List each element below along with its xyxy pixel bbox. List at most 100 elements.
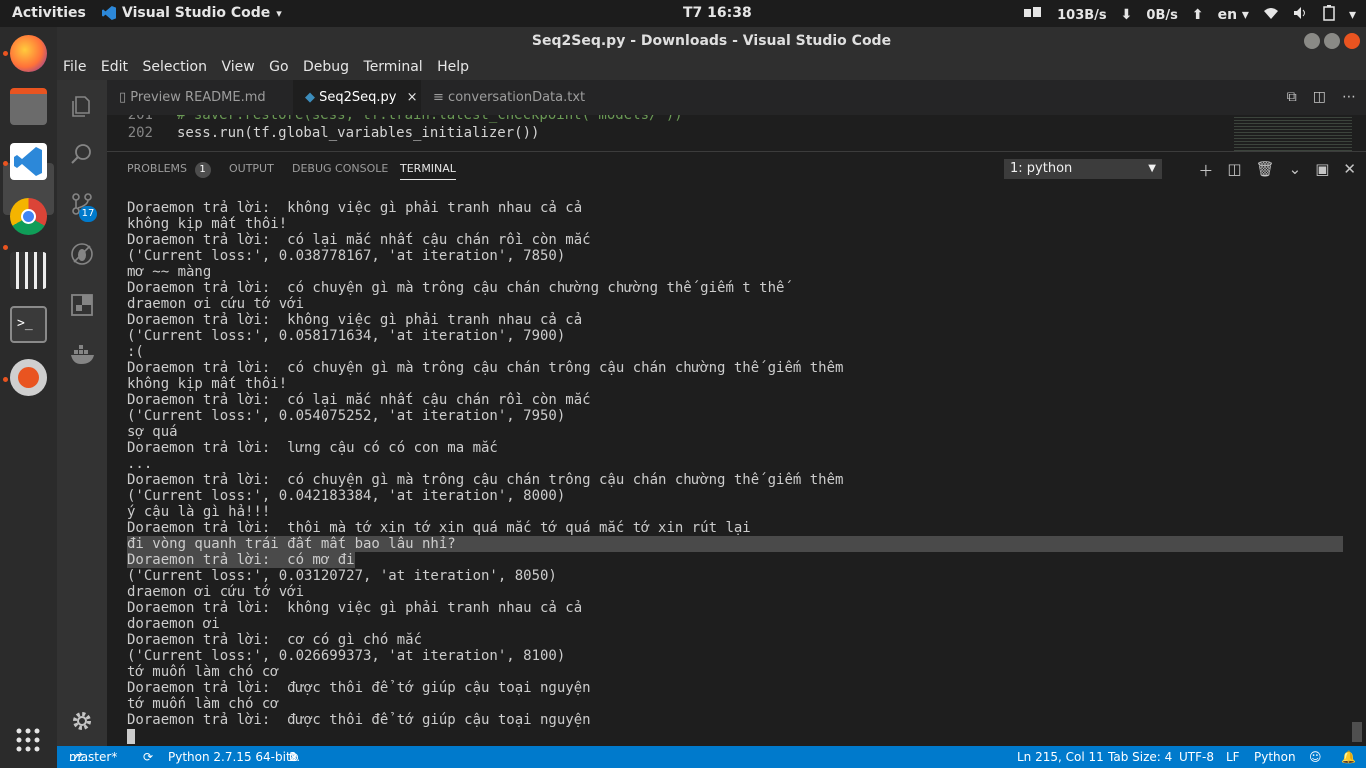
activity-bar: 17 (57, 80, 107, 746)
terminal-line: doraemon ơi (127, 616, 220, 632)
menu-terminal[interactable]: Terminal (358, 55, 427, 75)
menu-view[interactable]: View (215, 55, 258, 75)
open-changes-icon[interactable]: ⧉ (1287, 89, 1297, 105)
app-grid-icon[interactable] (10, 722, 47, 759)
split-terminal-icon[interactable]: ◫ (1227, 160, 1241, 181)
terminal-line: Doraemon trả lời: có mơ đi (127, 552, 355, 568)
terminal-line: ('Current loss:', 0.058171634, 'at itera… (127, 328, 566, 344)
maximize-panel-icon[interactable]: ▣ (1315, 160, 1329, 181)
system-tray[interactable]: 103B/s ⬇ 0B/s ⬆ en ▾ ▾ (1023, 5, 1356, 25)
line-number: 201 (127, 115, 153, 123)
app-menu[interactable]: Visual Studio Code ▾ (102, 5, 282, 21)
chevron-down-icon: ▼ (1148, 163, 1156, 174)
terminal-line: Doraemon trả lời: có chuyện gì mà trông … (127, 472, 844, 488)
activities-button[interactable]: Activities (12, 5, 86, 21)
menu-selection[interactable]: Selection (136, 55, 211, 75)
explorer-icon[interactable] (70, 94, 94, 118)
cursor-position[interactable]: Ln 215, Col 11 (1017, 746, 1104, 768)
menu-go[interactable]: Go (263, 55, 292, 75)
tab-terminal[interactable]: TERMINAL (400, 162, 456, 180)
terminal-line: ('Current loss:', 0.042183384, 'at itera… (127, 488, 566, 504)
terminal-select[interactable]: 1: python ▼ (1004, 159, 1162, 179)
sync-icon[interactable]: ⟳ (143, 746, 153, 768)
menu-debug[interactable]: Debug (297, 55, 353, 75)
maximize-button[interactable] (1324, 33, 1340, 49)
terminal-line: Doraemon trả lời: có chuyện gì mà trông … (127, 360, 844, 376)
menu-bar: File Edit Selection View Go Debug Termin… (57, 55, 1366, 80)
language-indicator[interactable]: en ▾ (1218, 7, 1249, 23)
tab-output[interactable]: OUTPUT (229, 162, 274, 175)
window-title: Seq2Seq.py - Downloads - Visual Studio C… (531, 33, 892, 49)
clock[interactable]: T7 16:38 (683, 5, 752, 21)
running-indicator (3, 161, 8, 166)
line-ending[interactable]: LF (1226, 746, 1240, 768)
code-editor[interactable]: 201 # saver.restore(sess, tf.train.lates… (107, 115, 1366, 151)
preview-icon: ▯ (119, 90, 127, 105)
trash-icon[interactable]: 🗑 (1256, 160, 1275, 181)
power-menu-caret-icon[interactable]: ▾ (1349, 7, 1356, 23)
chevron-down-icon: ▾ (276, 6, 282, 20)
chevron-down-icon[interactable]: ⌄ (1289, 160, 1302, 181)
wifi-icon[interactable] (1263, 6, 1279, 24)
video-icon[interactable] (10, 252, 47, 289)
chrome-icon[interactable] (10, 198, 47, 235)
split-editor-icon[interactable]: ◫ (1313, 89, 1326, 105)
terminal-line: không kịp mất thôi! (127, 216, 288, 232)
terminal-line: draemon ơi cứu tớ với (127, 296, 305, 312)
settings-tool-icon[interactable] (10, 359, 47, 396)
terminal-output[interactable]: Doraemon trả lời: không việc gì phải tra… (107, 186, 1366, 746)
tab-size[interactable]: Tab Size: 4 (1108, 746, 1172, 768)
tab-seq2seq[interactable]: ◆ Seq2Seq.py × (293, 80, 421, 115)
terminal-line: ('Current loss:', 0.054075252, 'at itera… (127, 408, 566, 424)
monitor-icon[interactable] (1023, 6, 1043, 24)
search-icon[interactable] (70, 142, 94, 166)
panel-actions: ＋ ◫ 🗑 ⌄ ▣ ✕ (1198, 160, 1356, 181)
terminal-line: ('Current loss:', 0.038778167, 'at itera… (127, 248, 566, 264)
docker-icon[interactable] (70, 343, 94, 367)
net-down-speed: 103B/s (1057, 7, 1107, 23)
firefox-icon[interactable] (10, 35, 47, 72)
terminal-icon[interactable]: >_ (10, 306, 47, 343)
terminal-line: Doraemon trả lời: lưng cậu có có con ma … (127, 440, 498, 456)
minimap[interactable] (1234, 115, 1352, 151)
files-icon[interactable] (10, 88, 47, 125)
language-mode[interactable]: Python (1254, 746, 1296, 768)
tab-conversation-data[interactable]: ≡ conversationData.txt (421, 80, 601, 115)
menu-help[interactable]: Help (431, 55, 473, 75)
close-button[interactable] (1344, 33, 1360, 49)
debug-icon[interactable] (70, 242, 94, 266)
python-interpreter[interactable]: Python 2.7.15 64-bit (168, 746, 291, 768)
manage-gear-icon[interactable] (70, 709, 94, 733)
warning-count: 1 (289, 750, 297, 764)
terminal-scrollbar[interactable] (1352, 722, 1362, 742)
terminal-line: không kịp mất thôi! (127, 376, 288, 392)
problems-count-badge: 1 (194, 162, 211, 178)
feedback-smiley-icon[interactable]: ☺ (1309, 746, 1322, 768)
running-indicator (3, 377, 8, 382)
menu-edit[interactable]: Edit (95, 55, 132, 75)
notifications-bell-icon[interactable]: 🔔 (1341, 746, 1356, 768)
tab-debug-console[interactable]: DEBUG CONSOLE (292, 162, 388, 175)
window-titlebar[interactable]: Seq2Seq.py - Downloads - Visual Studio C… (57, 27, 1366, 55)
menu-file[interactable]: File (57, 55, 90, 75)
new-terminal-icon[interactable]: ＋ (1198, 160, 1213, 181)
terminal-line: Doraemon trả lời: không việc gì phải tra… (127, 600, 583, 616)
system-top-bar: Activities Visual Studio Code ▾ T7 16:38… (0, 0, 1366, 27)
close-panel-icon[interactable]: ✕ (1343, 160, 1356, 181)
volume-icon[interactable] (1293, 6, 1309, 24)
minimize-button[interactable] (1304, 33, 1320, 49)
battery-icon[interactable] (1323, 5, 1335, 25)
close-icon[interactable]: × (407, 90, 418, 105)
more-actions-icon[interactable]: ⋯ (1342, 89, 1356, 105)
text-file-icon: ≡ (433, 90, 444, 105)
extensions-icon[interactable] (70, 293, 94, 317)
tab-label: Preview README.md (130, 90, 266, 105)
terminal-line: Doraemon trả lời: có chuyện gì mà trông … (127, 280, 785, 296)
encoding[interactable]: UTF-8 (1179, 746, 1214, 768)
terminal-line: Doraemon trả lời: thôi mà tớ xin tớ xin … (127, 520, 751, 536)
language-label: en (1217, 7, 1238, 23)
tab-readme-preview[interactable]: ▯ Preview README.md (107, 80, 293, 115)
tab-problems[interactable]: PROBLEMS 1 (127, 162, 211, 178)
editor-tab-bar: ▯ Preview README.md ◆ Seq2Seq.py × ≡ con… (107, 80, 1366, 115)
vscode-icon[interactable] (10, 143, 47, 180)
